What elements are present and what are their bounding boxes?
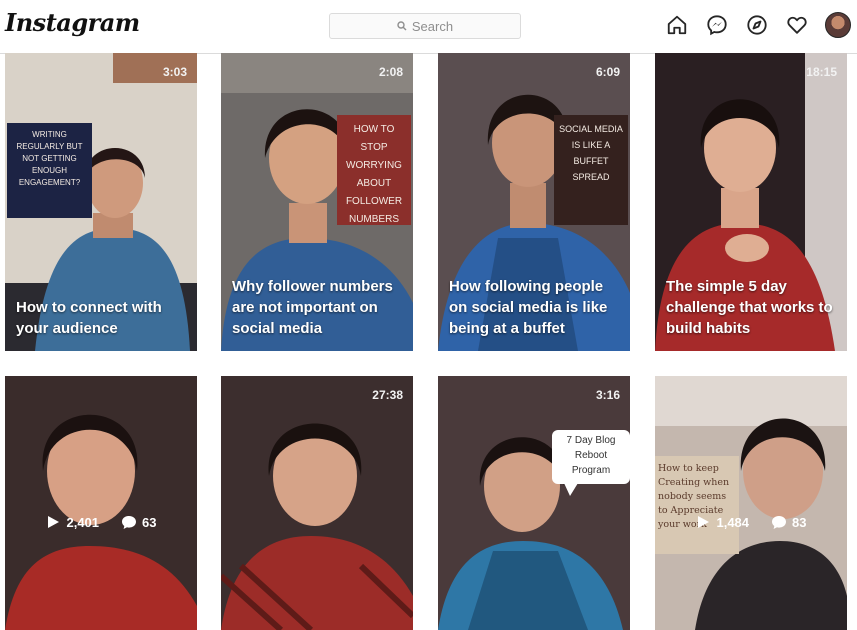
reel-thumbnail[interactable]: 18:15 The simple 5 day challenge that wo…: [655, 53, 847, 351]
main-nav: [665, 12, 851, 38]
reel-thumbnail[interactable]: 2:08 HOW TO STOP WORRYING ABOUT FOLLOWER…: [221, 53, 413, 351]
video-caption: Why follower numbers are not important o…: [232, 278, 393, 337]
home-button[interactable]: [665, 13, 689, 37]
video-caption: How following people on social media is …: [449, 278, 608, 337]
reel-stats: 1,484 83: [655, 514, 847, 530]
play-icon: [698, 516, 710, 528]
heart-icon: [787, 16, 807, 34]
activity-button[interactable]: [785, 13, 809, 37]
video-still: [438, 376, 630, 630]
overlay-card-text: WRITING REGULARLY BUT NOT GETTING ENOUGH…: [7, 123, 92, 218]
play-icon: [48, 516, 60, 528]
reel-thumbnail[interactable]: 3:16 7 Day Blog Reboot Program: [438, 376, 630, 630]
instagram-logo[interactable]: Instagram: [5, 8, 140, 37]
speech-bubble-text: 7 Day Blog Reboot Program: [552, 430, 630, 496]
search-input[interactable]: Search: [329, 13, 521, 39]
search-icon: [397, 21, 407, 31]
reel-stats: 2,401 63: [5, 514, 197, 530]
direct-messages-button[interactable]: [705, 13, 729, 37]
video-duration: 2:08: [378, 65, 403, 79]
reel-thumbnail[interactable]: 2,401 63: [5, 376, 197, 630]
comments-count: 63: [121, 514, 157, 530]
video-still: [5, 376, 197, 630]
reel-thumbnail[interactable]: 3:03 WRITING REGULARLY BUT NOT GETTING E…: [5, 53, 197, 351]
video-duration: 3:16: [595, 388, 620, 402]
explore-icon: [747, 15, 767, 35]
reel-thumbnail[interactable]: How to keep Creating when nobody seems t…: [655, 376, 847, 630]
home-icon: [667, 15, 687, 35]
messenger-icon: [707, 15, 727, 36]
comment-icon: [772, 516, 787, 529]
reel-thumbnail[interactable]: 27:38: [221, 376, 413, 630]
comments-value: 63: [142, 514, 157, 530]
video-duration: 18:15: [806, 65, 837, 79]
video-still: [221, 376, 413, 630]
search-placeholder: Search: [411, 18, 454, 34]
reel-thumbnail[interactable]: 6:09 SOCIAL MEDIA IS LIKE A BUFFET SPREA…: [438, 53, 630, 351]
comments-count: 83: [771, 514, 807, 530]
overlay-card-text: SOCIAL MEDIA IS LIKE A BUFFET SPREAD: [554, 115, 628, 225]
plays-count: 1,484: [695, 514, 749, 530]
video-duration: 6:09: [595, 65, 620, 79]
profile-avatar[interactable]: [825, 12, 851, 38]
plays-value: 1,484: [716, 514, 750, 530]
video-duration: 3:03: [162, 65, 187, 79]
plays-value: 2,401: [66, 514, 100, 530]
plays-count: 2,401: [45, 514, 99, 530]
video-duration: 27:38: [372, 388, 403, 402]
comments-value: 83: [792, 514, 807, 530]
comment-icon: [122, 516, 137, 529]
video-caption: The simple 5 day challenge that works to…: [666, 278, 833, 337]
overlay-card-text: HOW TO STOP WORRYING ABOUT FOLLOWER NUMB…: [337, 115, 411, 225]
explore-button[interactable]: [745, 13, 769, 37]
video-caption: How to connect with your audience: [16, 299, 162, 337]
handwritten-note: How to keep Creating when nobody seems t…: [655, 456, 739, 554]
top-bar: Instagram Search: [0, 0, 857, 54]
